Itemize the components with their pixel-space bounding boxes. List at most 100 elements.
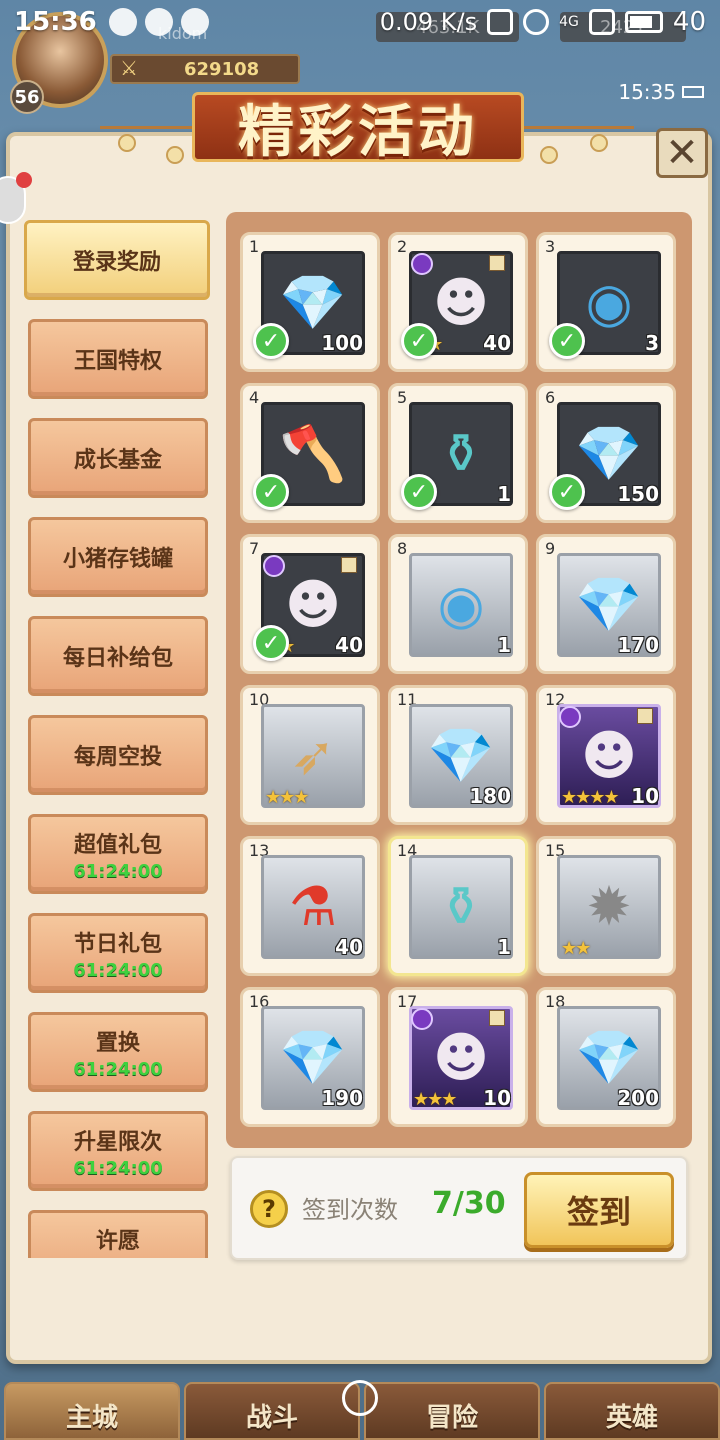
menu-item[interactable]: 每日补给包: [28, 616, 208, 696]
menu-item-label: 许愿: [95, 1228, 140, 1254]
network-type: 4G: [559, 14, 579, 30]
reward-cell[interactable]: 9 💎 170: [536, 534, 676, 674]
claimed-check-icon: ✓: [253, 474, 289, 510]
reward-cell[interactable]: 5 ⚱ 1 ✓: [388, 383, 528, 523]
title-vine-right: [524, 126, 634, 129]
menu-item[interactable]: 王国特权: [28, 319, 208, 399]
nav-tab[interactable]: 英雄: [544, 1382, 720, 1440]
menu-item[interactable]: 升星限次 61:24:00: [28, 1111, 208, 1191]
mute-icon: [487, 9, 514, 35]
claimed-check-icon: ✓: [253, 625, 289, 661]
signin-button[interactable]: 签到: [524, 1172, 674, 1248]
chat-icon: [108, 8, 137, 36]
reward-count: 40: [483, 331, 511, 355]
reward-cell[interactable]: 13 ⚗ 40: [240, 836, 380, 976]
claimed-check-icon: ✓: [401, 474, 437, 510]
status-time: 15:36: [14, 7, 97, 37]
reward-cell[interactable]: 18 💎 200: [536, 987, 676, 1127]
reward-stars: ★★: [561, 938, 591, 959]
status-bar: 15:36 0.09 K/s 4G 40: [0, 0, 720, 44]
reward-day-number: 6: [545, 388, 556, 407]
nav-tab-label: 战斗: [245, 1403, 298, 1433]
game-battery-icon: [682, 86, 704, 98]
title-orb: [118, 134, 136, 152]
menu-item-label: 成长基金: [73, 448, 162, 473]
reward-grid: 1💎100✓2☻★★40✓3◉3✓4🪓★✓5⚱1✓6💎150✓7☻★★40✓8◉…: [226, 212, 692, 1148]
claimed-check-icon: ✓: [401, 323, 437, 359]
reward-day-number: 8: [397, 539, 408, 558]
reward-cell[interactable]: 12 ☻ ★★★★ 10: [536, 685, 676, 825]
reward-stars: ★★★: [413, 1089, 457, 1110]
player-level-badge: 56: [10, 80, 44, 114]
reward-count: 1: [497, 935, 511, 959]
reward-day-number: 4: [249, 388, 260, 407]
network-speed: 0.09 K/s: [379, 8, 478, 36]
menu-item-label: 王国特权: [73, 349, 162, 374]
reward-cell[interactable]: 7☻★★40✓: [240, 534, 380, 674]
fragment-icon: [637, 708, 653, 724]
battery-level: 40: [672, 7, 706, 37]
menu-item[interactable]: 成长基金: [28, 418, 208, 498]
reward-cell[interactable]: 6 💎 150 ✓: [536, 383, 676, 523]
reward-cell[interactable]: 16 💎 190: [240, 987, 380, 1127]
fragment-icon: [341, 557, 357, 573]
faction-badge-icon: [263, 555, 285, 577]
nav-tab[interactable]: 冒险: [364, 1382, 540, 1440]
menu-item-label: 超值礼包: [73, 832, 162, 858]
battery-icon: [624, 11, 663, 33]
sync-icon: [144, 8, 173, 36]
reward-cell[interactable]: 4🪓★✓: [240, 383, 380, 523]
menu-item-label: 每周空投: [73, 745, 162, 770]
title-orb: [166, 146, 184, 164]
reward-cell[interactable]: 1 💎 100 ✓: [240, 232, 380, 372]
menu-item[interactable]: 许愿 61:24:00: [28, 1210, 208, 1258]
reward-stars: ★★★: [265, 787, 309, 808]
claimed-check-icon: ✓: [253, 323, 289, 359]
menu-item[interactable]: 每周空投: [28, 715, 208, 795]
menu-item[interactable]: 小猪存钱罐: [28, 517, 208, 597]
panel-title: 精彩活动: [238, 99, 478, 165]
home-circle-icon[interactable]: [342, 1380, 378, 1416]
menu-item-timer: 61:24:00: [73, 1058, 163, 1080]
reward-day-number: 1: [249, 237, 260, 256]
reward-count: 190: [321, 1086, 363, 1110]
menu-item[interactable]: 置换 61:24:00: [28, 1012, 208, 1092]
reward-count: 170: [617, 633, 659, 657]
signin-bar: ? 签到次数 7/30 签到: [230, 1156, 688, 1260]
close-button[interactable]: ✕: [656, 128, 708, 178]
notification-dot: [16, 172, 32, 188]
menu-item-timer: 61:24:00: [73, 1257, 163, 1259]
reward-count: 1: [497, 482, 511, 506]
nav-tab[interactable]: 战斗: [184, 1382, 360, 1440]
reward-count: 200: [617, 1086, 659, 1110]
reward-day-number: 3: [545, 237, 556, 256]
menu-item-label: 升星限次: [73, 1129, 162, 1155]
menu-item[interactable]: 节日礼包 61:24:00: [28, 913, 208, 993]
reward-cell[interactable]: 14 ⚱ 1: [388, 836, 528, 976]
reward-count: 180: [469, 784, 511, 808]
reward-cell[interactable]: 2☻★★40✓: [388, 232, 528, 372]
menu-item[interactable]: 超值礼包 61:24:00: [28, 814, 208, 894]
menu-item-label: 置换: [95, 1030, 140, 1056]
nav-tab-label: 主城: [65, 1403, 118, 1433]
reward-cell[interactable]: 17 ☻ ★★★ 10: [388, 987, 528, 1127]
menu-item-label: 节日礼包: [73, 931, 162, 957]
reward-cell[interactable]: 8 ◉ 1: [388, 534, 528, 674]
reward-day-number: 9: [545, 539, 556, 558]
title-vine-left: [100, 126, 196, 129]
nav-tab-label: 英雄: [605, 1403, 658, 1433]
reward-cell[interactable]: 11 💎 180: [388, 685, 528, 825]
menu-item-timer: 61:24:00: [73, 959, 163, 981]
reward-cell[interactable]: 10 ➶ ★★★: [240, 685, 380, 825]
reward-cell[interactable]: 15 ✹ ★★: [536, 836, 676, 976]
faction-badge-icon: [411, 1008, 433, 1030]
crossed-swords-icon: ⚔: [120, 56, 138, 80]
title-orb: [540, 146, 558, 164]
game-clock: 15:35: [618, 80, 676, 104]
reward-cell[interactable]: 3 ◉ 3 ✓: [536, 232, 676, 372]
help-icon[interactable]: ?: [250, 1190, 288, 1228]
nav-tab[interactable]: 主城: [4, 1382, 180, 1440]
reward-count: 1: [497, 633, 511, 657]
panel-title-banner: 精彩活动: [192, 92, 524, 165]
menu-item[interactable]: 登录奖励: [24, 220, 210, 300]
